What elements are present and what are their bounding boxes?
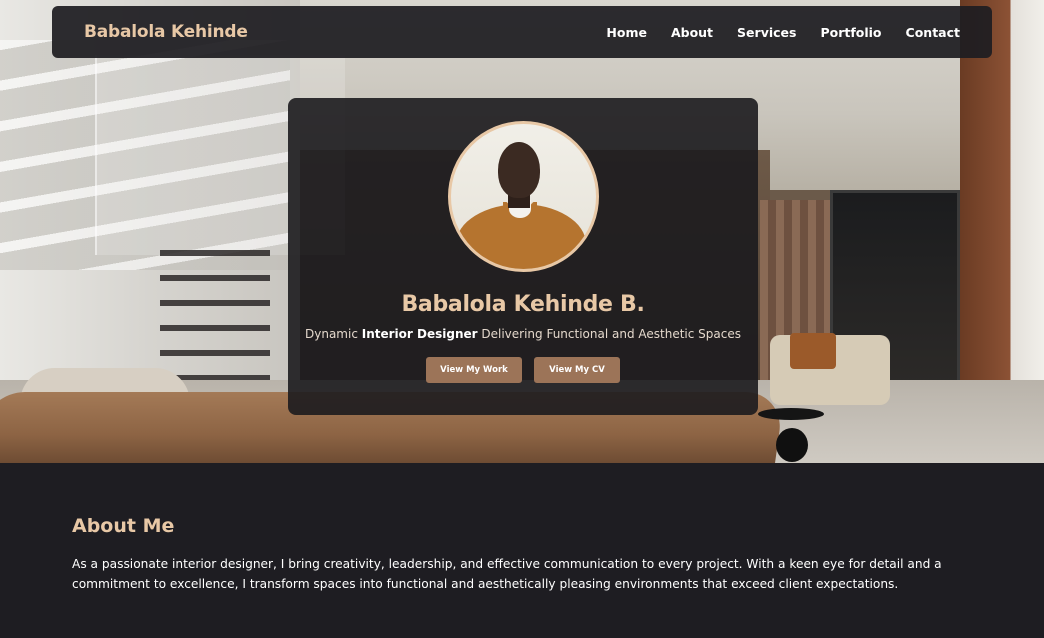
profile-avatar xyxy=(447,121,599,272)
hero-side-table-top xyxy=(758,408,824,420)
hero-card: Babalola Kehinde B. Dynamic Interior Des… xyxy=(288,98,758,415)
nav-link-services[interactable]: Services xyxy=(737,25,796,40)
avatar-head xyxy=(497,142,540,198)
tagline-highlight: Interior Designer xyxy=(361,327,478,341)
brand-logo[interactable]: Babalola Kehinde xyxy=(84,22,248,42)
hero-tagline: Dynamic Interior Designer Delivering Fun… xyxy=(305,327,741,341)
nav-link-contact[interactable]: Contact xyxy=(906,25,960,40)
navbar: Babalola Kehinde Home About Services Por… xyxy=(52,6,992,58)
hero-sofa xyxy=(770,333,890,405)
nav-link-about[interactable]: About xyxy=(671,25,713,40)
hero-side-table-base xyxy=(776,428,808,462)
view-work-button[interactable]: View My Work xyxy=(426,357,522,383)
view-cv-button[interactable]: View My CV xyxy=(534,357,620,383)
about-body: As a passionate interior designer, I bri… xyxy=(72,557,942,591)
hero-name: Babalola Kehinde B. xyxy=(401,292,645,317)
nav-links: Home About Services Portfolio Contact xyxy=(606,25,960,40)
nav-link-portfolio[interactable]: Portfolio xyxy=(820,25,881,40)
nav-link-home[interactable]: Home xyxy=(606,25,647,40)
tagline-suffix: Delivering Functional and Aesthetic Spac… xyxy=(477,327,741,341)
about-title: About Me xyxy=(72,515,175,537)
hero-buttons: View My Work View My CV xyxy=(426,357,620,383)
hero-right-panel xyxy=(960,0,1044,430)
hero-pillow xyxy=(790,333,836,369)
about-section: About Me As a passionate interior design… xyxy=(0,463,1044,638)
hero-wine-rack xyxy=(160,250,270,390)
tagline-prefix: Dynamic xyxy=(305,327,362,341)
